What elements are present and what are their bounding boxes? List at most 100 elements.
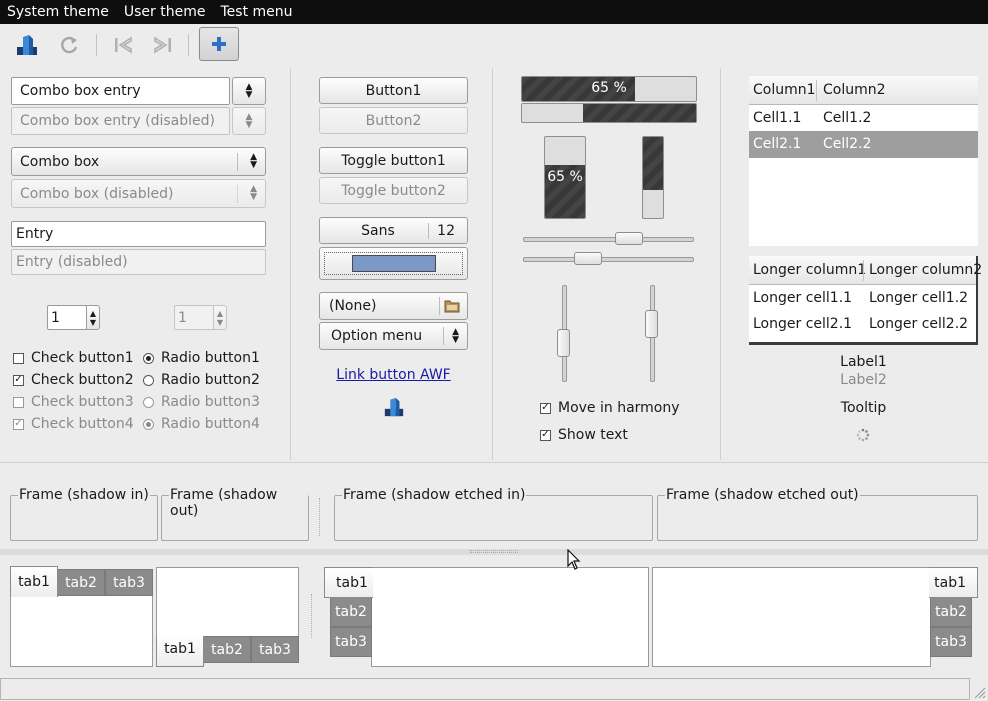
checkmark-icon: ✓ <box>14 374 23 385</box>
column-header-1[interactable]: Column1 <box>753 82 816 98</box>
check-button-3-label: Check button3 <box>31 394 134 410</box>
toolbar-separator <box>188 34 189 56</box>
option-menu-label: Option menu <box>331 328 423 344</box>
button-1[interactable]: Button1 <box>319 77 468 104</box>
toolbar <box>0 24 988 66</box>
checkbox-checked: ✓ <box>540 429 551 441</box>
notebook-2-tab-1[interactable]: tab1 <box>156 636 204 667</box>
radio-button-1[interactable]: Radio button1 <box>143 350 260 366</box>
table-cell: Longer cell2.1 <box>753 316 853 332</box>
last-page-icon[interactable] <box>148 30 178 60</box>
tooltip-label[interactable]: Tooltip <box>749 400 978 416</box>
spin-button-arrows[interactable]: ▲ ▼ <box>86 305 100 330</box>
file-chooser-label: (None) <box>329 298 377 314</box>
file-chooser-divider <box>439 297 440 315</box>
table-row-selected[interactable]: Cell2.1 Cell2.2 <box>749 131 978 158</box>
check-move-in-harmony[interactable]: ✓ Move in harmony <box>540 400 680 416</box>
file-chooser-button[interactable]: (None) <box>319 292 468 320</box>
slider-handle[interactable] <box>574 252 603 265</box>
tree-view-2[interactable]: Longer column1 Longer column2 Longer cel… <box>749 256 982 345</box>
radio-button-1-label: Radio button1 <box>161 350 260 366</box>
slider-handle[interactable] <box>645 310 658 338</box>
combo-box-entry[interactable]: Combo box entry <box>11 77 230 105</box>
column-header-1[interactable]: Longer column1 <box>753 262 866 278</box>
updown-icon: ▲ ▼ <box>452 327 459 345</box>
notebook-2-tab-2[interactable]: tab2 <box>203 636 251 663</box>
hscale-1[interactable] <box>523 232 694 245</box>
combo-box-entry-disabled-text: Combo box entry (disabled) <box>20 113 215 129</box>
updown-icon: ▲ ▼ <box>250 152 257 170</box>
progress-fill <box>582 104 696 122</box>
font-button[interactable]: Sans 12 <box>319 217 468 244</box>
radio-selected <box>143 352 154 364</box>
table-row[interactable]: Longer cell2.1 Longer cell2.2 <box>749 311 976 337</box>
notebook-3-page <box>371 567 649 667</box>
color-button[interactable] <box>319 247 468 280</box>
notebook-4-tab-3[interactable]: tab3 <box>930 627 972 657</box>
notebook-4-tab-1[interactable]: tab1 <box>929 567 978 598</box>
resize-grip-icon[interactable] <box>973 686 986 699</box>
refresh-icon[interactable] <box>54 30 84 60</box>
toggle-button-2: Toggle button2 <box>319 177 468 204</box>
notebook-1-tab-1[interactable]: tab1 <box>10 566 58 597</box>
radio-button-3-label: Radio button3 <box>161 394 260 410</box>
entry-field[interactable]: Entry <box>11 221 266 247</box>
notebook-3-tab-3[interactable]: tab3 <box>330 627 372 657</box>
spin-button-value: 1 <box>51 309 60 326</box>
tree-view-1[interactable]: Column1 Column2 Cell1.1 Cell1.2 Cell2.1 … <box>749 76 978 246</box>
menu-test[interactable]: Test menu <box>220 4 292 20</box>
spin-button[interactable]: 1 <box>47 305 87 330</box>
notebook-4-page <box>652 567 931 667</box>
first-page-icon[interactable] <box>108 30 138 60</box>
combo-box-text: Combo box <box>20 153 100 170</box>
vscale-1[interactable] <box>557 285 570 382</box>
option-menu[interactable]: Option menu ▲ ▼ <box>319 322 468 350</box>
frame-label: Frame (shadow etched in) <box>342 487 527 503</box>
vscale-2[interactable] <box>645 285 658 382</box>
toggle-button-1[interactable]: Toggle button1 <box>319 147 468 174</box>
notebook-2-tab-3[interactable]: tab3 <box>251 636 299 663</box>
paned-handle[interactable] <box>0 549 988 555</box>
combo-box-entry-toggle[interactable]: ▲ ▼ <box>232 77 266 105</box>
notebook-1-tab-3[interactable]: tab3 <box>105 569 153 596</box>
frame-label: Frame (shadow out) <box>169 487 308 519</box>
tab-label: tab2 <box>335 604 367 620</box>
table-row[interactable]: Cell1.1 Cell1.2 <box>749 105 978 131</box>
checkmark-icon: ✓ <box>541 402 550 413</box>
check-button-2[interactable]: ✓ Check button2 <box>13 372 134 388</box>
slider-handle[interactable] <box>557 329 570 357</box>
add-button[interactable] <box>199 27 239 61</box>
link-button[interactable]: Link button AWF <box>319 367 468 383</box>
tab-label: tab3 <box>113 574 145 591</box>
check-show-text[interactable]: ✓ Show text <box>540 427 628 443</box>
column-header-2[interactable]: Column2 <box>823 82 886 98</box>
combo-box-entry-disabled: Combo box entry (disabled) <box>11 107 230 135</box>
updown-icon: ▲ ▼ <box>245 82 253 100</box>
frame-shadow-etched-out: Frame (shadow etched out) <box>657 487 978 541</box>
pane-grip[interactable] <box>319 498 321 536</box>
progress-bar-vertical-1: 65 % <box>544 136 586 219</box>
tab-label: tab3 <box>935 634 967 650</box>
notebook-3-tab-2[interactable]: tab2 <box>330 597 372 627</box>
column-separator <box>720 68 721 460</box>
column-separator <box>492 68 493 460</box>
table-row[interactable]: Longer cell1.1 Longer cell1.2 <box>749 285 976 311</box>
slider-handle[interactable] <box>614 232 643 245</box>
column-header-2[interactable]: Longer column2 <box>869 262 982 278</box>
add-icon <box>212 37 226 51</box>
menu-user-theme[interactable]: User theme <box>124 4 206 20</box>
status-bar <box>0 678 970 700</box>
check-button-1[interactable]: Check button1 <box>13 350 134 366</box>
check-button-4: ✓ Check button4 <box>13 416 134 432</box>
section-separator <box>0 462 988 463</box>
combo-box[interactable]: Combo box ▲ ▼ <box>11 147 266 176</box>
radio-button-2[interactable]: Radio button2 <box>143 372 260 388</box>
spin-button-disabled-value: 1 <box>178 309 187 326</box>
menu-system-theme[interactable]: System theme <box>7 4 109 20</box>
notebook-4-tab-2[interactable]: tab2 <box>930 597 972 627</box>
notebook-1-tab-2[interactable]: tab2 <box>57 569 105 596</box>
awf-logo-icon[interactable] <box>12 30 42 60</box>
pane-grip[interactable] <box>311 594 313 638</box>
hscale-2[interactable] <box>523 252 694 265</box>
notebook-3-tab-1[interactable]: tab1 <box>324 567 373 598</box>
